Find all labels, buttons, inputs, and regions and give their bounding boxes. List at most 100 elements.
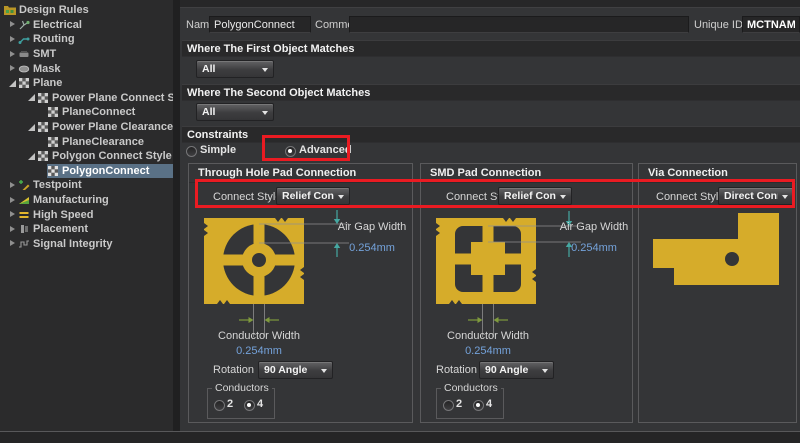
conductors-4-radio[interactable] [473,400,484,411]
rotation-select[interactable]: 90 Angle [479,361,554,379]
simple-radio-label[interactable]: Simple [200,144,236,156]
section-second-object-matches: Where The Second Object Matches [182,84,800,101]
rotation-label: Rotation [436,364,477,376]
advanced-radio[interactable] [285,146,296,157]
tree-item-planeclearance[interactable]: PlaneClearance [0,134,173,149]
tree-item-electrical[interactable]: Electrical [0,18,173,33]
expander-icon[interactable] [8,196,17,205]
unique-id-label: Unique ID [694,19,743,31]
testpoint-icon [18,179,30,191]
conductors-2-label[interactable]: 2 [227,398,233,410]
conductor-width-value: 0.254mm [199,345,319,357]
conductors-2-label[interactable]: 2 [456,398,462,410]
expander-icon[interactable] [8,181,17,190]
connect-style-label: Connect Style [213,191,281,203]
simple-radio[interactable] [186,146,197,157]
tree-item-label: SMT [33,48,56,60]
tree-item-mask[interactable]: Mask [0,61,173,76]
chevron-down-icon [560,195,566,202]
signal-integrity-icon [18,238,30,250]
panel-title: Via Connection [648,167,728,179]
second-object-scope-select[interactable]: All [196,103,274,121]
editor-top-edge [180,0,800,8]
expander-icon[interactable] [8,210,17,219]
tree-item-label: PlaneConnect [62,106,135,118]
panel-header-divider [189,182,412,183]
chevron-down-icon [262,111,268,118]
comment-input[interactable] [349,16,689,33]
tree-item-planeconnect[interactable]: PlaneConnect [0,105,173,120]
chevron-down-icon [262,68,268,75]
conductor-width-value: 0.254mm [428,345,548,357]
chevron-down-icon [321,369,327,376]
expander-icon[interactable] [8,50,17,59]
tree-item-design-rules[interactable]: Design Rules [0,3,173,18]
conductors-group: Conductors 2 4 [207,388,275,419]
folder-icon [4,4,16,16]
air-gap-width-value: 0.254mm [332,242,412,254]
via-connection-panel: Via Connection Connect Style Direct Conn… [638,163,797,423]
section-first-object-matches: Where The First Object Matches [182,40,800,57]
expander-icon[interactable] [8,225,17,234]
tree-item-label: Electrical [33,19,82,31]
rule-grid-icon [47,136,59,148]
rule-editor: Name Comment Unique ID Where The First O… [180,0,800,431]
tree-item-label: Placement [33,223,88,235]
expander-icon[interactable] [8,239,17,248]
placement-icon [18,223,30,235]
tree-item-placement[interactable]: Placement [0,222,173,237]
air-gap-width-value: 0.254mm [554,242,634,254]
tree-item-power-plane-clearance[interactable]: Power Plane Clearance [0,120,173,135]
bottom-edge [0,431,800,443]
panel-title: SMD Pad Connection [430,167,541,179]
smt-icon [18,48,30,60]
conductors-2-radio[interactable] [214,400,225,411]
expander-icon[interactable] [8,79,17,88]
connect-style-select[interactable]: Relief Connect [276,187,350,205]
tree-item-label: PolygonConnect [62,165,149,177]
connect-style-select[interactable]: Direct Connect [718,187,794,205]
expander-icon[interactable] [8,20,17,29]
tree-item-label: Manufacturing [33,194,109,206]
conductors-4-label[interactable]: 4 [486,398,492,410]
tree-item-polygonconnect-selected[interactable]: PolygonConnect [0,164,173,179]
advanced-radio-label[interactable]: Advanced [299,144,352,156]
connect-style-select[interactable]: Relief Connect [498,187,572,205]
conductors-2-radio[interactable] [443,400,454,411]
expander-icon[interactable] [27,152,36,161]
conductors-label: Conductors [441,382,501,394]
tree-item-smt[interactable]: SMT [0,47,173,62]
tree-item-high-speed[interactable]: High Speed [0,207,173,222]
tree-item-polygon-connect-style[interactable]: Polygon Connect Style [0,149,173,164]
smd-pad-connection-panel: SMD Pad Connection Connect Style Relief … [420,163,633,423]
tree-item-label: Design Rules [19,4,89,16]
tree-item-testpoint[interactable]: Testpoint [0,178,173,193]
panel-title: Through Hole Pad Connection [198,167,356,179]
rule-grid-icon [47,106,59,118]
expander-icon[interactable] [8,64,17,73]
plane-rule-grid-icon [18,77,30,89]
tree-item-plane[interactable]: Plane [0,76,173,91]
conductors-4-radio[interactable] [244,400,255,411]
rules-tree: Design Rules Electrical Routing SMT Mask… [0,0,173,431]
conductors-4-label[interactable]: 4 [257,398,263,410]
rotation-select[interactable]: 90 Angle [258,361,333,379]
expander-icon[interactable] [8,35,17,44]
routing-icon [18,33,30,45]
tree-item-manufacturing[interactable]: Manufacturing [0,193,173,208]
tree-item-label: Power Plane Clearance [52,121,173,133]
tree-item-label: Routing [33,33,75,45]
unique-id-input[interactable] [742,16,800,33]
tree-item-routing[interactable]: Routing [0,32,173,47]
manufacturing-icon [18,194,30,206]
tree-item-label: Plane [33,77,62,89]
tree-item-power-plane-connect-style[interactable]: Power Plane Connect Style [0,91,173,106]
name-input[interactable] [209,16,311,33]
panel-header-divider [639,182,796,183]
first-object-scope-select[interactable]: All [196,60,274,78]
tree-item-signal-integrity[interactable]: Signal Integrity [0,237,173,252]
tree-item-label: PlaneClearance [62,136,144,148]
expander-icon[interactable] [27,93,36,102]
expander-icon[interactable] [27,123,36,132]
section-constraints: Constraints [182,126,800,143]
